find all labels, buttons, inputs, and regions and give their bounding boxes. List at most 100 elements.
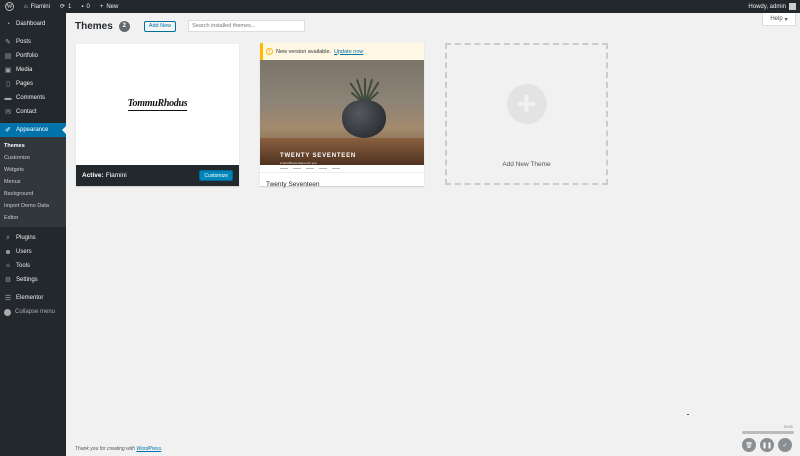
sidebar-item-users[interactable]: ☻ Users <box>0 245 66 259</box>
sidebar-item-label: Settings <box>16 277 38 283</box>
chevron-down-icon: ▾ <box>784 16 788 23</box>
pages-icon: ▯ <box>6 81 10 88</box>
recorder-progress-bar[interactable] <box>742 431 794 434</box>
footer-suffix: . <box>161 446 163 452</box>
elementor-icon: ☰ <box>4 295 12 302</box>
update-now-link[interactable]: Update now <box>334 49 363 55</box>
admin-sidebar: ◔ Dashboard ✎ Posts ▤ Portfolio ▣ Media … <box>0 13 66 456</box>
screenshot-tagline: A WordPress theme for you <box>280 161 317 165</box>
recorder-time: 00:00 <box>784 425 793 429</box>
sidebar-item-dashboard[interactable]: ◔ Dashboard <box>0 17 66 31</box>
add-new-button[interactable]: Add New <box>143 20 177 32</box>
submenu-item-menus[interactable]: Menus <box>0 176 66 188</box>
media-icon: ▣ <box>4 67 12 74</box>
updates-menu[interactable]: ⟳ 1 <box>55 0 76 13</box>
users-icon: ☻ <box>4 248 12 256</box>
theme-name: Flamini <box>105 172 127 179</box>
wrench-icon: ✧ <box>5 263 11 270</box>
sidebar-item-label: Tools <box>16 263 31 269</box>
update-notice: ! New version available. Update now <box>260 43 424 60</box>
sidebar-item-label: Plugins <box>16 235 36 241</box>
search-themes-input[interactable] <box>188 20 306 32</box>
page-header: Themes 2 Add New <box>75 20 306 32</box>
sidebar-item-contact[interactable]: ✉ Contact <box>0 105 66 119</box>
sidebar-item-portfolio[interactable]: ▤ Portfolio <box>0 49 66 63</box>
recorder-pause-icon[interactable]: ❚❚ <box>760 438 774 452</box>
page-title: Themes <box>75 20 113 32</box>
add-new-theme-card[interactable]: + Add New Theme <box>445 43 608 185</box>
admin-bar: W ⌂ Flamini ⟳ 1 ▪ 0 + New Howdy, admin <box>0 0 800 13</box>
recorder-check-icon[interactable]: ✓ <box>778 438 792 452</box>
sidebar-item-label: Contact <box>16 109 37 115</box>
avatar <box>789 3 796 10</box>
screenshot-title: TWENTY SEVENTEEN <box>280 153 357 159</box>
recorder-trash-icon[interactable]: 🗑 <box>742 438 756 452</box>
wordpress-link[interactable]: WordPress <box>136 446 161 452</box>
customize-button[interactable]: Customize <box>199 170 233 181</box>
collapse-menu-button[interactable]: Collapse menu <box>0 305 66 319</box>
new-content-menu[interactable]: + New <box>95 0 124 13</box>
notice-text: New version available. <box>276 48 332 55</box>
cursor-mark <box>687 414 689 415</box>
howdy-text: Howdy, admin <box>748 3 786 10</box>
account-menu[interactable]: Howdy, admin <box>748 3 800 10</box>
submenu-item-import-demo-data[interactable]: Import Demo Data <box>0 200 66 212</box>
submenu-item-widgets[interactable]: Widgets <box>0 164 66 176</box>
theme-screenshot[interactable]: TommuRhodus <box>76 44 239 165</box>
theme-name: Twenty Seventeen <box>266 181 320 188</box>
comments-menu[interactable]: ▪ 0 <box>76 0 94 13</box>
sidebar-item-label: Dashboard <box>16 21 46 27</box>
plant-pot <box>342 100 386 138</box>
theme-card-active[interactable]: TommuRhodus Active: Flamini Customize <box>76 44 239 186</box>
sidebar-item-label: Media <box>16 67 33 73</box>
wordpress-logo-icon: W <box>5 2 14 11</box>
comment-icon: ▪ <box>81 3 84 10</box>
screenshot-menu-strip <box>260 165 424 173</box>
add-new-theme-label: Add New Theme <box>502 161 551 168</box>
plus-icon: + <box>99 3 104 10</box>
sidebar-item-label: Portfolio <box>16 53 39 59</box>
collapse-menu-label: Collapse menu <box>15 309 56 315</box>
help-tab-button[interactable]: Help ▾ <box>762 13 796 26</box>
sidebar-item-media[interactable]: ▣ Media <box>0 63 66 77</box>
sidebar-item-plugins[interactable]: ⚡ Plugins <box>0 231 66 245</box>
sidebar-item-label: Posts <box>16 39 32 45</box>
sidebar-item-label: Comments <box>16 95 46 101</box>
plus-icon: + <box>506 84 547 124</box>
footer-credit: Thank you for creating with WordPress. <box>75 446 163 452</box>
sidebar-item-tools[interactable]: ✧ Tools <box>0 259 66 273</box>
site-name-menu[interactable]: ⌂ Flamini <box>19 0 55 13</box>
theme-screenshot[interactable]: TWENTY SEVENTEEN A WordPress theme for y… <box>260 60 424 165</box>
submenu-item-background[interactable]: Background <box>0 188 66 200</box>
sidebar-item-comments[interactable]: ▬ Comments <box>0 91 66 105</box>
dashboard-icon: ◔ <box>5 20 11 28</box>
plugin-icon: ⚡ <box>5 235 11 242</box>
footer-text: Thank you for creating with <box>75 446 136 452</box>
submenu-item-editor[interactable]: Editor <box>0 212 66 224</box>
settings-icon: ⚙ <box>4 277 12 284</box>
appearance-submenu: Themes Customize Widgets Menus Backgroun… <box>0 137 66 227</box>
active-prefix: Active: <box>82 172 104 179</box>
updates-icon: ⟳ <box>59 4 65 10</box>
sidebar-item-settings[interactable]: ⚙ Settings <box>0 273 66 287</box>
comments-count: 0 <box>86 3 90 10</box>
submenu-item-themes[interactable]: Themes <box>0 140 66 152</box>
update-warning-icon: ! <box>266 48 273 55</box>
sidebar-item-label: Users <box>16 249 32 255</box>
comment-icon: ▬ <box>4 94 12 102</box>
mail-icon: ✉ <box>5 109 11 116</box>
sidebar-item-posts[interactable]: ✎ Posts <box>0 35 66 49</box>
theme-card-twenty-seventeen[interactable]: ! New version available. Update now TWEN… <box>260 43 424 188</box>
sidebar-item-label: Elementor <box>16 295 44 301</box>
submenu-item-customize[interactable]: Customize <box>0 152 66 164</box>
collapse-arrow-icon <box>4 308 11 316</box>
sidebar-item-pages[interactable]: ▯ Pages <box>0 77 66 91</box>
wp-logo-menu[interactable]: W <box>0 0 19 13</box>
new-label: New <box>106 3 119 10</box>
paintbrush-icon: ✐ <box>5 127 11 134</box>
sidebar-item-label: Pages <box>16 81 34 87</box>
sidebar-item-appearance[interactable]: ✐ Appearance <box>0 123 66 137</box>
recorder-controls: 🗑 ❚❚ ✓ <box>742 438 792 452</box>
signature-logo: TommuRhodus <box>127 98 188 111</box>
sidebar-item-elementor[interactable]: ☰ Elementor <box>0 291 66 305</box>
